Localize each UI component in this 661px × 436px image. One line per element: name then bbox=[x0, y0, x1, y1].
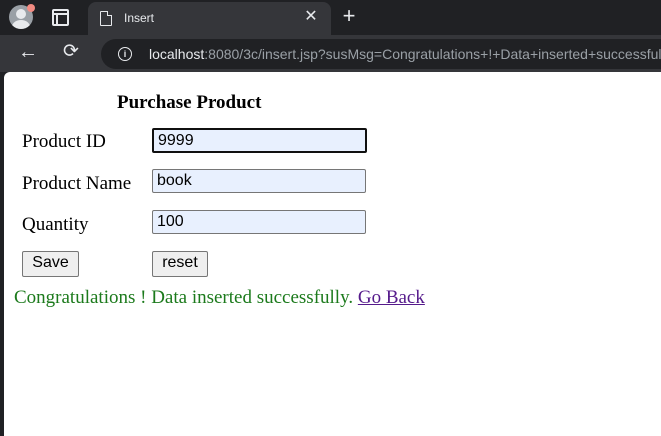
new-tab-icon[interactable]: + bbox=[339, 5, 359, 27]
close-tab-icon[interactable]: ✕ bbox=[302, 8, 320, 26]
go-back-link[interactable]: Go Back bbox=[358, 287, 425, 308]
success-text: Congratulations ! Data inserted successf… bbox=[14, 287, 354, 308]
product-id-input[interactable]: 9999 bbox=[152, 128, 367, 153]
page-title: Purchase Product bbox=[117, 92, 262, 113]
product-name-label: Product Name bbox=[22, 173, 132, 194]
url-host: localhost bbox=[149, 46, 205, 62]
site-info-icon[interactable]: i bbox=[118, 47, 132, 61]
notification-dot bbox=[27, 4, 35, 12]
page-content: Purchase Product Product ID 9999 Product… bbox=[4, 72, 661, 436]
url-path: :8080/3c/insert.jsp?susMsg=Congratulatio… bbox=[204, 46, 661, 62]
quantity-label: Quantity bbox=[22, 214, 89, 235]
reload-icon[interactable]: ⟳ bbox=[60, 41, 82, 63]
tab-search-icon[interactable] bbox=[52, 9, 69, 26]
browser-toolbar: ← ⟳ i localhost:8080/3c/insert.jsp?susMs… bbox=[0, 35, 661, 72]
back-arrow-icon[interactable]: ← bbox=[17, 41, 39, 63]
product-name-input[interactable]: book bbox=[152, 169, 366, 193]
product-id-label: Product ID bbox=[22, 131, 106, 152]
status-message: Congratulations ! Data inserted successf… bbox=[14, 287, 425, 309]
quantity-input[interactable]: 100 bbox=[152, 210, 366, 234]
tab-title: Insert bbox=[124, 11, 155, 25]
page-favicon-icon bbox=[100, 11, 112, 26]
reset-button[interactable]: reset bbox=[152, 251, 208, 277]
tab-strip: Insert ✕ + bbox=[0, 0, 661, 35]
address-bar[interactable]: i localhost:8080/3c/insert.jsp?susMsg=Co… bbox=[101, 39, 661, 69]
url-text[interactable]: localhost:8080/3c/insert.jsp?susMsg=Cong… bbox=[149, 46, 661, 62]
save-button[interactable]: Save bbox=[22, 251, 79, 277]
browser-tab[interactable]: Insert ✕ bbox=[88, 2, 331, 35]
